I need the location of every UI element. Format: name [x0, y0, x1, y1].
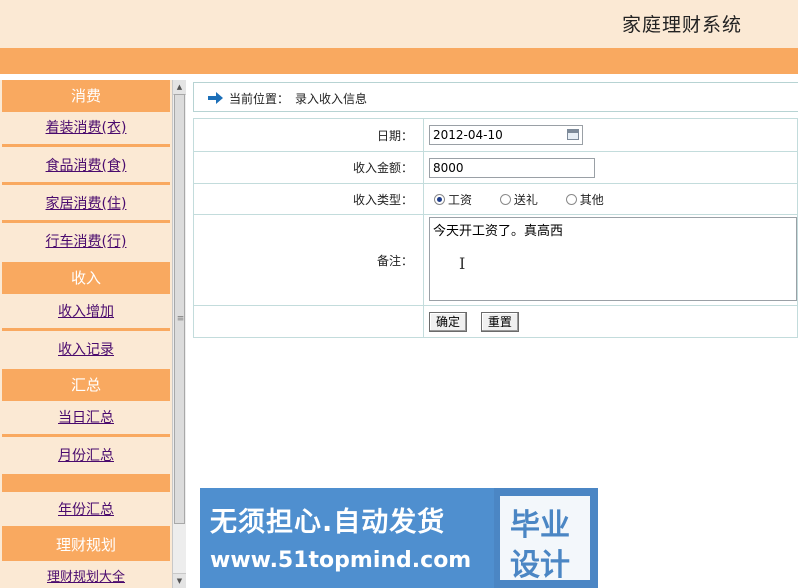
- sidebar-item-income-records[interactable]: 收入记录: [2, 334, 170, 366]
- form-row-remark: 备注： 今天开工资了。真高西: [193, 214, 798, 306]
- watermark-slogan: 无须担心.自动发货: [210, 507, 446, 538]
- sidebar-link-planning-guide[interactable]: 理财规划大全: [47, 570, 125, 585]
- remark-textarea[interactable]: 今天开工资了。真高西: [429, 217, 797, 301]
- submit-button[interactable]: 确定: [429, 311, 468, 332]
- form-row-actions: 确定 重置: [193, 305, 798, 338]
- sidebar-link-transport[interactable]: 行车消费(行): [46, 234, 127, 250]
- sidebar-item-planning-guide[interactable]: 理财规划大全: [2, 563, 170, 588]
- sidebar-item-monthly-summary[interactable]: 月份汇总: [2, 440, 170, 472]
- scroll-up-arrow-icon[interactable]: ▲: [173, 80, 186, 95]
- breadcrumb: 当前位置： 录入收入信息: [193, 82, 798, 112]
- radio-salary-label: 工资: [448, 192, 473, 207]
- sidebar-category-summary: 汇总: [2, 369, 170, 401]
- radio-gift-icon[interactable]: [499, 193, 511, 205]
- date-label: 日期：: [193, 118, 424, 152]
- sidebar-nav: 消费 着装消费(衣) 食品消费(食) 家居消费(住) 行车消费(行) 收入 收入…: [0, 80, 172, 588]
- header-bar: [0, 48, 798, 74]
- sidebar-item-yearly-summary[interactable]: 年份汇总: [2, 494, 170, 529]
- type-label: 收入类型：: [193, 183, 424, 215]
- watermark-badge-line1: 毕业: [510, 508, 570, 543]
- reset-button[interactable]: 重置: [480, 311, 519, 332]
- sidebar-scrollbar[interactable]: ▲ ≡ ▼: [172, 80, 186, 588]
- sidebar-category-planning: 理财规划: [2, 529, 170, 561]
- sidebar-item-food[interactable]: 食品消费(食): [2, 150, 170, 185]
- radio-salary-icon[interactable]: [434, 193, 445, 205]
- sidebar-link-housing[interactable]: 家居消费(住): [46, 196, 127, 212]
- watermark-badge: 毕业 设计: [500, 496, 590, 583]
- radio-gift-label: 送礼: [513, 192, 538, 207]
- watermark-banner: 无须担心.自动发货 www.51topmind.com 毕业 设计: [200, 488, 598, 588]
- date-input[interactable]: [429, 125, 583, 145]
- breadcrumb-label: 当前位置：: [229, 92, 290, 106]
- scroll-grip-icon: ≡: [176, 314, 185, 324]
- form-row-amount: 收入金额：: [193, 151, 798, 184]
- sidebar-item-transport[interactable]: 行车消费(行): [2, 226, 170, 258]
- radio-salary[interactable]: 工资: [434, 191, 472, 208]
- watermark-url: www.51topmind.com: [210, 548, 472, 573]
- radio-other-icon[interactable]: [565, 193, 577, 205]
- sidebar-category-income: 收入: [2, 262, 170, 294]
- sidebar-item-housing[interactable]: 家居消费(住): [2, 188, 170, 223]
- sidebar-item-clothing[interactable]: 着装消费(衣): [2, 112, 170, 147]
- scroll-down-arrow-icon[interactable]: ▼: [173, 573, 186, 588]
- sidebar-link-yearly-summary[interactable]: 年份汇总: [58, 502, 114, 518]
- sidebar-link-daily-summary[interactable]: 当日汇总: [58, 410, 114, 426]
- arrow-right-icon: [208, 92, 223, 104]
- sidebar-link-add-income[interactable]: 收入增加: [58, 304, 114, 320]
- amount-label: 收入金额：: [193, 151, 424, 184]
- radio-other[interactable]: 其他: [565, 191, 604, 208]
- form-row-date: 日期：: [193, 118, 798, 152]
- app-title: 家庭理财系统: [621, 14, 742, 36]
- text-cursor-icon: I: [459, 254, 466, 273]
- scroll-thumb[interactable]: ≡: [174, 94, 185, 524]
- radio-gift[interactable]: 送礼: [499, 191, 538, 208]
- calendar-icon[interactable]: [567, 129, 579, 140]
- sidebar-link-food[interactable]: 食品消费(食): [46, 158, 127, 174]
- breadcrumb-current: 录入收入信息: [295, 92, 368, 106]
- income-form: 日期： 收入金额： 收入类型： 工资 送礼 其他: [193, 118, 798, 338]
- radio-other-label: 其他: [579, 192, 604, 207]
- remark-label: 备注：: [193, 214, 424, 306]
- sidebar-divider: [2, 474, 170, 492]
- sidebar-link-clothing[interactable]: 着装消费(衣): [46, 120, 127, 136]
- sidebar-link-monthly-summary[interactable]: 月份汇总: [58, 448, 114, 464]
- sidebar-link-income-records[interactable]: 收入记录: [58, 342, 114, 358]
- sidebar-item-daily-summary[interactable]: 当日汇总: [2, 402, 170, 437]
- sidebar-category-consumption: 消费: [2, 80, 170, 112]
- amount-input[interactable]: [429, 157, 595, 178]
- app-header: 家庭理财系统: [0, 0, 798, 48]
- form-row-type: 收入类型： 工资 送礼 其他: [193, 183, 798, 215]
- sidebar-item-add-income[interactable]: 收入增加: [2, 296, 170, 331]
- watermark-badge-line2: 设计: [510, 548, 570, 583]
